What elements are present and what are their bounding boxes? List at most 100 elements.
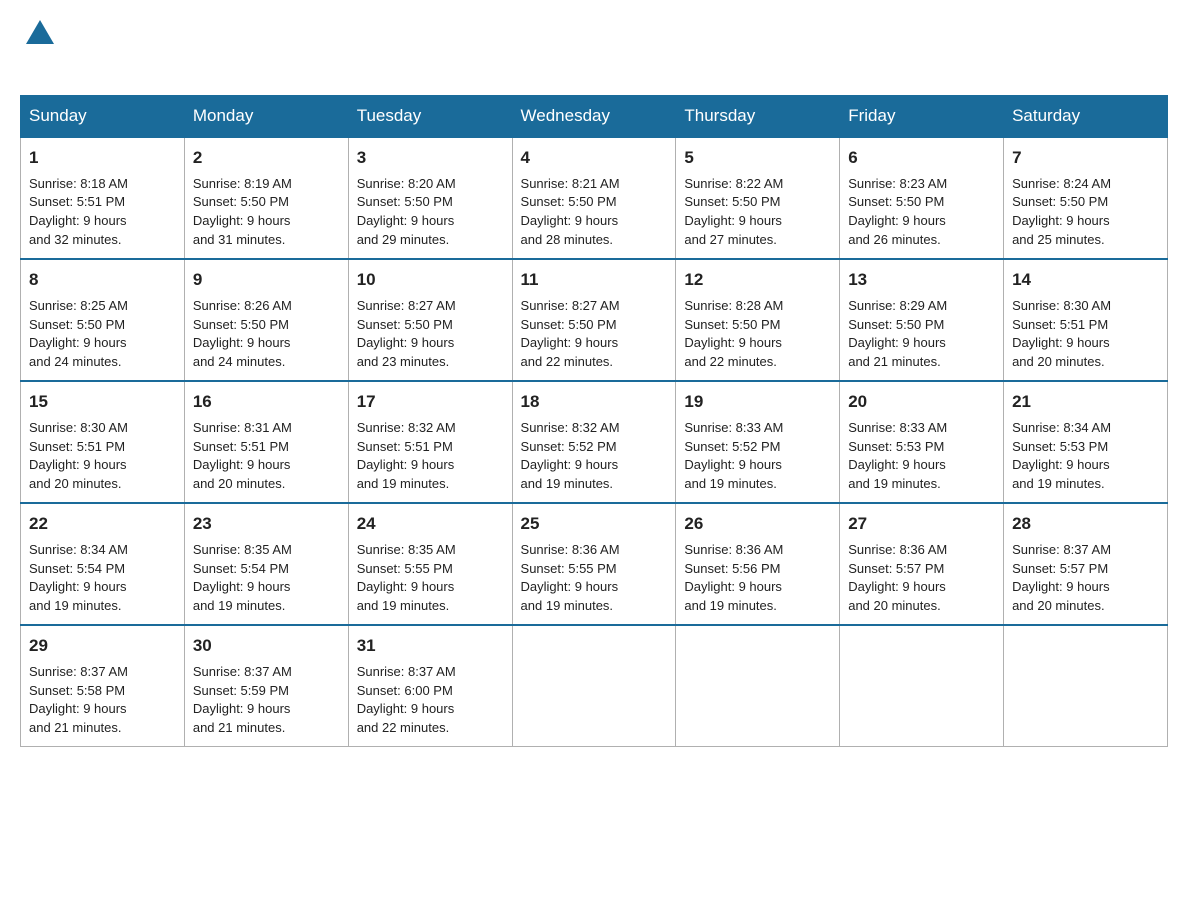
sunrise-label: Sunrise: 8:33 AM (848, 420, 947, 435)
sunrise-label: Sunrise: 8:35 AM (193, 542, 292, 557)
calendar-header-row: SundayMondayTuesdayWednesdayThursdayFrid… (21, 96, 1168, 138)
calendar-day-17: 17Sunrise: 8:32 AMSunset: 5:51 PMDayligh… (348, 381, 512, 503)
sunrise-label: Sunrise: 8:25 AM (29, 298, 128, 313)
daylight-detail: and 19 minutes. (29, 598, 122, 613)
calendar-day-23: 23Sunrise: 8:35 AMSunset: 5:54 PMDayligh… (184, 503, 348, 625)
day-number: 23 (193, 512, 340, 537)
sunset-label: Sunset: 5:50 PM (684, 317, 780, 332)
calendar-week-row-2: 8 Sunrise: 8:25 AM Sunset: 5:50 PM Daylight… (21, 259, 1168, 381)
sunrise-label: Sunrise: 8:28 AM (684, 298, 783, 313)
calendar-day-10: 10Sunrise: 8:27 AMSunset: 5:50 PMDayligh… (348, 259, 512, 381)
daylight-detail: and 28 minutes. (521, 232, 614, 247)
calendar-day-21: 21Sunrise: 8:34 AMSunset: 5:53 PMDayligh… (1004, 381, 1168, 503)
day-number: 22 (29, 512, 176, 537)
day-number: 26 (684, 512, 831, 537)
daylight-label: Daylight: 9 hours (29, 213, 127, 228)
sunset-label: Sunset: 5:50 PM (684, 194, 780, 209)
day-number: 11 (521, 268, 668, 293)
daylight-detail: and 20 minutes. (848, 598, 941, 613)
daylight-label: Daylight: 9 hours (29, 457, 127, 472)
calendar-day-28: 28Sunrise: 8:37 AMSunset: 5:57 PMDayligh… (1004, 503, 1168, 625)
day-number: 8 (29, 268, 176, 293)
sunrise-label: Sunrise: 8:32 AM (521, 420, 620, 435)
sunset-label: Sunset: 5:56 PM (684, 561, 780, 576)
sunset-label: Sunset: 5:50 PM (357, 317, 453, 332)
sunset-label: Sunset: 5:53 PM (848, 439, 944, 454)
day-number: 18 (521, 390, 668, 415)
daylight-label: Daylight: 9 hours (684, 457, 782, 472)
sunrise-label: Sunrise: 8:19 AM (193, 176, 292, 191)
sunset-label: Sunset: 5:57 PM (1012, 561, 1108, 576)
calendar-empty-cell (512, 625, 676, 747)
calendar-day-2: 2Sunrise: 8:19 AMSunset: 5:50 PMDaylight… (184, 137, 348, 259)
calendar-day-8: 8Sunrise: 8:25 AMSunset: 5:50 PMDaylight… (21, 259, 185, 381)
daylight-detail: and 20 minutes. (1012, 598, 1105, 613)
daylight-label: Daylight: 9 hours (193, 213, 291, 228)
sunset-label: Sunset: 5:50 PM (848, 194, 944, 209)
calendar-day-3: 3Sunrise: 8:20 AMSunset: 5:50 PMDaylight… (348, 137, 512, 259)
calendar-week-row-1: 1 Sunrise: 8:18 AM Sunset: 5:51 PM Daylight… (21, 137, 1168, 259)
sunset-label: Sunset: 6:00 PM (357, 683, 453, 698)
sunrise-label: Sunrise: 8:30 AM (1012, 298, 1111, 313)
sunset-label: Sunset: 5:50 PM (1012, 194, 1108, 209)
daylight-label: Daylight: 9 hours (1012, 457, 1110, 472)
sunrise-label: Sunrise: 8:31 AM (193, 420, 292, 435)
calendar-day-24: 24Sunrise: 8:35 AMSunset: 5:55 PMDayligh… (348, 503, 512, 625)
daylight-detail: and 26 minutes. (848, 232, 941, 247)
sunset-label: Sunset: 5:51 PM (1012, 317, 1108, 332)
sunrise-label: Sunrise: 8:23 AM (848, 176, 947, 191)
daylight-label: Daylight: 9 hours (684, 213, 782, 228)
daylight-detail: and 19 minutes. (684, 598, 777, 613)
daylight-detail: and 21 minutes. (848, 354, 941, 369)
daylight-detail: and 19 minutes. (848, 476, 941, 491)
calendar-day-30: 30Sunrise: 8:37 AMSunset: 5:59 PMDayligh… (184, 625, 348, 747)
calendar-empty-cell (676, 625, 840, 747)
calendar-day-1: 1 Sunrise: 8:18 AM Sunset: 5:51 PM Daylight… (21, 137, 185, 259)
day-number: 28 (1012, 512, 1159, 537)
sunset-label: Sunset: 5:50 PM (193, 317, 289, 332)
sunset-label: Sunset: 5:59 PM (193, 683, 289, 698)
logo (20, 20, 54, 85)
daylight-label: Daylight: 9 hours (1012, 213, 1110, 228)
calendar-day-header-thursday: Thursday (676, 96, 840, 138)
sunrise-label: Sunrise: 8:24 AM (1012, 176, 1111, 191)
sunrise-label: Sunrise: 8:29 AM (848, 298, 947, 313)
daylight-label: Daylight: 9 hours (848, 213, 946, 228)
sunrise-label: Sunrise: 8:34 AM (1012, 420, 1111, 435)
daylight-label: Daylight: 9 hours (684, 579, 782, 594)
sunrise-label: Sunrise: 8:32 AM (357, 420, 456, 435)
sunset-label: Sunset: 5:58 PM (29, 683, 125, 698)
sunrise-label: Sunrise: 8:35 AM (357, 542, 456, 557)
calendar-day-25: 25Sunrise: 8:36 AMSunset: 5:55 PMDayligh… (512, 503, 676, 625)
sunrise-label: Sunrise: 8:20 AM (357, 176, 456, 191)
calendar-day-19: 19Sunrise: 8:33 AMSunset: 5:52 PMDayligh… (676, 381, 840, 503)
calendar-day-13: 13Sunrise: 8:29 AMSunset: 5:50 PMDayligh… (840, 259, 1004, 381)
daylight-label: Daylight: 9 hours (193, 701, 291, 716)
calendar-day-header-tuesday: Tuesday (348, 96, 512, 138)
daylight-detail: and 19 minutes. (684, 476, 777, 491)
daylight-detail: and 19 minutes. (193, 598, 286, 613)
daylight-label: Daylight: 9 hours (357, 335, 455, 350)
daylight-detail: and 19 minutes. (357, 598, 450, 613)
sunrise-label: Sunrise: 8:18 AM (29, 176, 128, 191)
sunset-label: Sunset: 5:50 PM (521, 317, 617, 332)
day-number: 27 (848, 512, 995, 537)
daylight-detail: and 20 minutes. (1012, 354, 1105, 369)
day-number: 25 (521, 512, 668, 537)
day-number: 14 (1012, 268, 1159, 293)
sunset-label: Sunset: 5:52 PM (521, 439, 617, 454)
calendar-day-11: 11Sunrise: 8:27 AMSunset: 5:50 PMDayligh… (512, 259, 676, 381)
day-number: 3 (357, 146, 504, 171)
daylight-label: Daylight: 9 hours (1012, 579, 1110, 594)
daylight-detail: and 31 minutes. (193, 232, 286, 247)
sunset-label: Sunset: 5:51 PM (29, 194, 125, 209)
calendar-day-header-wednesday: Wednesday (512, 96, 676, 138)
calendar-day-4: 4Sunrise: 8:21 AMSunset: 5:50 PMDaylight… (512, 137, 676, 259)
sunset-label: Sunset: 5:51 PM (357, 439, 453, 454)
calendar-day-5: 5Sunrise: 8:22 AMSunset: 5:50 PMDaylight… (676, 137, 840, 259)
daylight-detail: and 22 minutes. (684, 354, 777, 369)
daylight-detail: and 20 minutes. (29, 476, 122, 491)
day-number: 2 (193, 146, 340, 171)
day-number: 1 (29, 146, 176, 171)
sunset-label: Sunset: 5:51 PM (193, 439, 289, 454)
